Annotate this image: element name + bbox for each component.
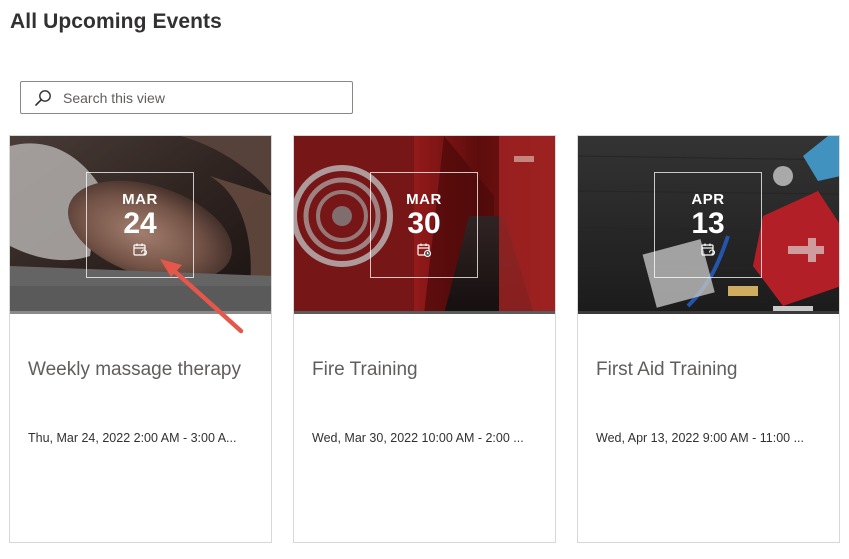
event-image-massage[interactable]: MAR 24 — [10, 136, 271, 314]
image-bottom-bar — [294, 311, 555, 314]
event-datetime: Wed, Apr 13, 2022 9:00 AM - 11:00 ... — [596, 431, 805, 445]
image-bottom-bar — [10, 311, 271, 314]
calendar-clock-icon — [417, 243, 432, 258]
event-image-fire-training[interactable]: MAR 30 — [294, 136, 555, 314]
event-day: 30 — [407, 207, 441, 240]
recurring-calendar-icon — [701, 243, 716, 256]
event-image-first-aid[interactable]: APR 13 — [578, 136, 839, 314]
event-date-box: MAR 24 — [86, 172, 194, 278]
event-date-box: MAR 30 — [370, 172, 478, 278]
event-month: APR — [691, 191, 725, 208]
event-month: MAR — [406, 191, 442, 208]
search-input[interactable] — [61, 88, 325, 107]
event-card[interactable]: MAR 24 Weekly massage therapy Thu, Mar 2… — [9, 135, 272, 543]
event-month: MAR — [122, 191, 158, 208]
image-bottom-bar — [578, 311, 839, 314]
event-datetime: Wed, Mar 30, 2022 10:00 AM - 2:00 ... — [312, 431, 524, 445]
search-box[interactable] — [20, 81, 353, 114]
event-day: 13 — [691, 207, 725, 240]
event-card[interactable]: MAR 30 Fire Training Wed, Mar 30, 2022 1… — [293, 135, 556, 543]
event-title[interactable]: Weekly massage therapy — [28, 359, 241, 381]
event-title[interactable]: First Aid Training — [596, 359, 738, 381]
event-datetime: Thu, Mar 24, 2022 2:00 AM - 3:00 A... — [28, 431, 237, 445]
event-title[interactable]: Fire Training — [312, 359, 418, 381]
page-title: All Upcoming Events — [10, 10, 222, 33]
event-day: 24 — [123, 207, 157, 240]
search-icon — [33, 88, 53, 108]
event-date-box: APR 13 — [654, 172, 762, 278]
event-card[interactable]: APR 13 First Aid Training Wed, Apr 13, 2… — [577, 135, 840, 543]
recurring-calendar-icon — [133, 243, 148, 256]
